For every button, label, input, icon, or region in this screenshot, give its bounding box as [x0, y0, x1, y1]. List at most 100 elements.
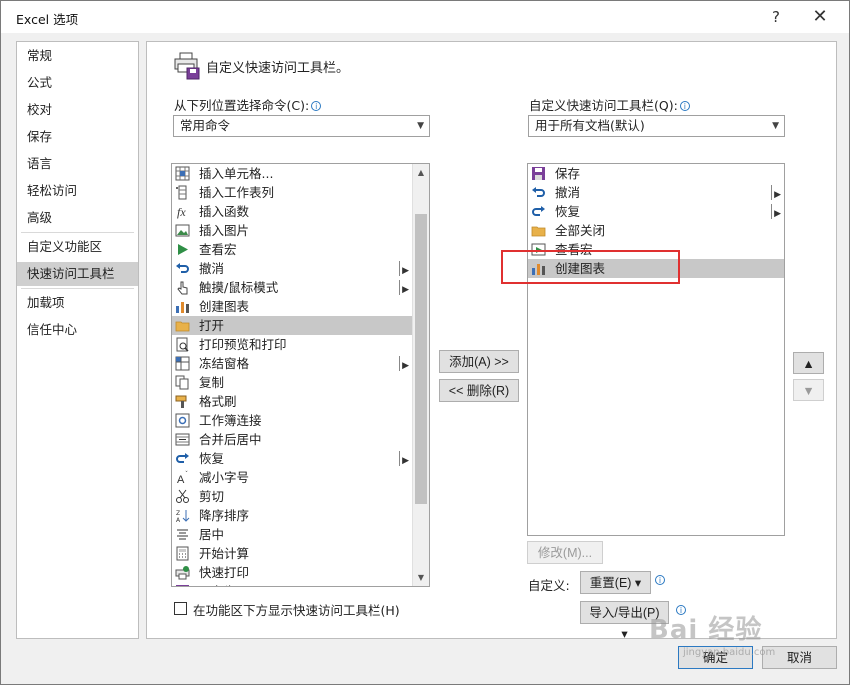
watermark-url: jingyan.baidu.com	[683, 647, 776, 658]
left-panel-row[interactable]: 另存为	[172, 582, 412, 586]
chart-icon	[531, 261, 546, 276]
freeze-panes-icon	[175, 356, 190, 371]
chevron-down-icon: ▼	[772, 121, 779, 131]
right-panel-row[interactable]: 查看宏	[528, 240, 784, 259]
add-button[interactable]: 添加(A) >>	[439, 350, 519, 373]
left-panel-row[interactable]: 撤消 ▶	[172, 259, 412, 278]
save-as-icon	[175, 584, 190, 586]
left-panel-row[interactable]: 创建图表	[172, 297, 412, 316]
reset-button[interactable]: 重置(E) ▾	[580, 571, 651, 594]
nav-item-1[interactable]: 公式	[17, 71, 138, 95]
move-up-button[interactable]: ▲	[793, 352, 824, 374]
left-panel-row[interactable]: 居中	[172, 525, 412, 544]
left-panel-row[interactable]: 插入单元格...	[172, 164, 412, 183]
left-panel-row[interactable]: 触摸/鼠标模式 ▶	[172, 278, 412, 297]
info-icon: i	[655, 575, 665, 585]
nav-item-3[interactable]: 保存	[17, 125, 138, 149]
right-panel-row[interactable]: 撤消 ▶	[528, 183, 784, 202]
nav-separator	[21, 232, 134, 233]
commands-scrollbar[interactable]: ▲ ▼	[412, 164, 429, 586]
available-commands-list[interactable]: ▲ ▼ 插入单元格... 插入工作表列 fx 插入函数 插入图片 查看宏 撤消 ▶ 触摸/鼠标模…	[171, 163, 430, 587]
right-panel-row-label: 全部关闭	[555, 223, 606, 238]
submenu-divider	[399, 261, 400, 276]
quick-access-settings-panel: 自定义快速访问工具栏。 从下列位置选择命令(C): i 常用命令 ▼ 自定义快速访…	[146, 41, 837, 641]
choose-commands-value: 常用命令	[180, 118, 231, 133]
nav-item-7[interactable]: 自定义功能区	[17, 235, 138, 259]
left-panel-row-label: 快速打印	[199, 565, 250, 580]
play-macro-icon	[175, 242, 190, 257]
left-panel-row[interactable]: 查看宏	[172, 240, 412, 259]
left-panel-row-label: 工作簿连接	[199, 413, 262, 428]
left-panel-row[interactable]: 剪切	[172, 487, 412, 506]
chart-icon	[175, 299, 190, 314]
left-panel-row-label: 恢复	[199, 451, 225, 466]
close-button[interactable]: ✕	[805, 5, 835, 29]
left-panel-row-label: 撤消	[199, 261, 225, 276]
left-panel-row-label: 触摸/鼠标模式	[199, 280, 279, 295]
left-panel-row[interactable]: 冻结窗格 ▶	[172, 354, 412, 373]
toolbar-commands-list[interactable]: 保存撤消 ▶ 恢复 ▶ 全部关闭查看宏 创建图表	[527, 163, 785, 536]
folder-close-icon	[531, 223, 546, 238]
submenu-divider	[399, 451, 400, 466]
left-panel-row[interactable]: 恢复 ▶	[172, 449, 412, 468]
help-button[interactable]: ?	[761, 5, 791, 29]
left-panel-row-label: 降序排序	[199, 508, 250, 523]
nav-item-8[interactable]: 快速访问工具栏	[17, 262, 138, 286]
nav-item-6[interactable]: 高级	[17, 206, 138, 230]
move-down-button[interactable]: ▼	[793, 379, 824, 401]
nav-item-2[interactable]: 校对	[17, 98, 138, 122]
nav-item-9[interactable]: 加载项	[17, 291, 138, 315]
nav-separator	[21, 288, 134, 289]
left-panel-row-label: 剪切	[199, 489, 225, 504]
section-title: 自定义快速访问工具栏。	[206, 61, 350, 76]
scrollbar-thumb[interactable]	[415, 214, 427, 504]
save-icon	[531, 166, 546, 181]
submenu-divider	[771, 185, 772, 200]
left-panel-row[interactable]: 格式刷	[172, 392, 412, 411]
right-panel-row[interactable]: 保存	[528, 164, 784, 183]
customize-toolbar-dropdown[interactable]: 用于所有文档(默认) ▼	[528, 115, 785, 137]
remove-button[interactable]: << 删除(R)	[439, 379, 519, 402]
right-panel-row[interactable]: 创建图表	[528, 259, 784, 278]
choose-commands-dropdown[interactable]: 常用命令 ▼	[173, 115, 430, 137]
copy-icon	[175, 375, 190, 390]
left-panel-row[interactable]: 打开	[172, 316, 412, 335]
left-panel-row[interactable]: 插入工作表列	[172, 183, 412, 202]
picture-icon	[175, 223, 190, 238]
nav-item-10[interactable]: 信任中心	[17, 318, 138, 342]
left-panel-row[interactable]: 开始计算	[172, 544, 412, 563]
left-panel-row[interactable]: 合并后居中	[172, 430, 412, 449]
right-panel-row[interactable]: 恢复 ▶	[528, 202, 784, 221]
dialog-title: Excel 选项	[16, 12, 79, 27]
left-panel-row[interactable]: 复制	[172, 373, 412, 392]
redo-icon	[531, 204, 546, 219]
left-panel-row[interactable]: 快速打印	[172, 563, 412, 582]
nav-item-0[interactable]: 常规	[17, 44, 138, 68]
left-panel-row[interactable]: 打印预览和打印	[172, 335, 412, 354]
show-below-ribbon-label: 在功能区下方显示快速访问工具栏(H)	[193, 603, 400, 618]
align-center-icon	[175, 527, 190, 542]
left-panel-row[interactable]: A ˇ 减小字号	[172, 468, 412, 487]
options-category-nav: 常规公式校对保存语言轻松访问高级自定义功能区 快速访问工具栏 加载项信任中心	[16, 41, 139, 639]
redo-icon	[175, 451, 190, 466]
svg-text:A: A	[177, 474, 185, 485]
right-panel-row-label: 保存	[555, 166, 581, 181]
customize-toolbar-value: 用于所有文档(默认)	[535, 118, 645, 133]
scroll-down-icon[interactable]: ▼	[413, 569, 429, 586]
nav-item-4[interactable]: 语言	[17, 152, 138, 176]
customize-toolbar-label: 自定义快速访问工具栏(Q): i	[529, 95, 690, 114]
show-below-ribbon-checkbox[interactable]	[174, 602, 187, 615]
scroll-up-icon[interactable]: ▲	[413, 164, 429, 181]
left-panel-row-label: 冻结窗格	[199, 356, 250, 371]
left-panel-row[interactable]: 工作簿连接	[172, 411, 412, 430]
left-panel-row[interactable]: Z A 降序排序	[172, 506, 412, 525]
info-icon: i	[679, 101, 690, 111]
modify-button[interactable]: 修改(M)...	[527, 541, 603, 564]
watermark-logo: Bai 经验	[649, 615, 763, 645]
function-icon: fx	[175, 204, 190, 219]
right-panel-row[interactable]: 全部关闭	[528, 221, 784, 240]
left-panel-row[interactable]: 插入图片	[172, 221, 412, 240]
left-panel-row[interactable]: fx 插入函数	[172, 202, 412, 221]
arrow-down-icon: ▼	[802, 384, 815, 398]
nav-item-5[interactable]: 轻松访问	[17, 179, 138, 203]
